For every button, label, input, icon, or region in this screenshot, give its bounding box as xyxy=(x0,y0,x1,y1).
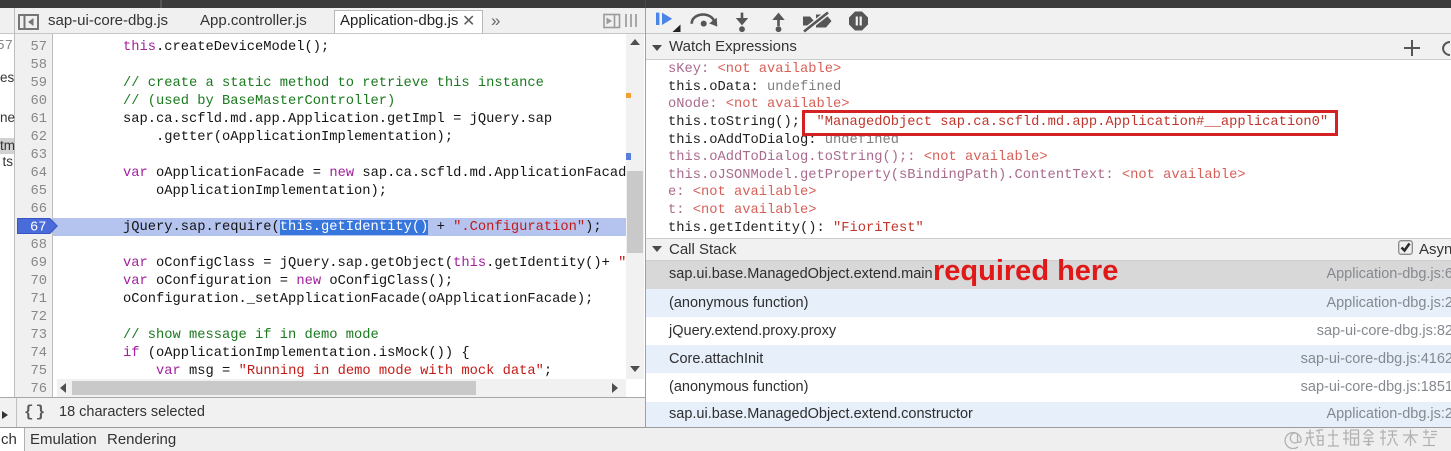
svg-text:67: 67 xyxy=(30,221,47,235)
